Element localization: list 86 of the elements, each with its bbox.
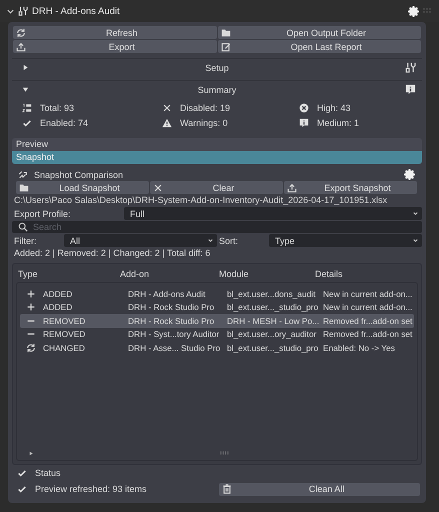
- profile-dropdown[interactable]: Full: [124, 207, 422, 220]
- column-header: Module: [219, 269, 250, 279]
- table-cell-text: Enabled: No -> Yes: [323, 342, 396, 353]
- action-button[interactable]: Open Output Folder: [218, 26, 421, 39]
- summary-stat: Enabled: 74: [40, 118, 88, 128]
- column-header: Add-on: [120, 269, 150, 279]
- summary-stat: Medium: 1: [317, 118, 360, 128]
- settings-button[interactable]: [408, 6, 419, 16]
- table-cell-text: bl_ext.user..._studio_pro: [227, 302, 320, 312]
- settings-button[interactable]: [404, 169, 415, 180]
- arrows-icon: [18, 170, 28, 180]
- settings-icon: [408, 6, 419, 16]
- status-message: Preview refreshed: 93 items: [35, 484, 148, 494]
- plus-icon: [26, 288, 36, 299]
- cross-icon: [153, 182, 163, 192]
- column-header: Details: [315, 269, 344, 279]
- chevron-down-icon: [412, 210, 419, 217]
- table-cell-text: New in current add-on...: [323, 288, 414, 299]
- table-cell: REMOVED: [43, 329, 86, 340]
- action-button[interactable]: Open Last Report: [218, 40, 421, 53]
- chevron-down-icon: [412, 237, 419, 244]
- snapshot-button[interactable]: Clear: [150, 181, 283, 194]
- snapshot-button[interactable]: Load Snapshot: [16, 181, 149, 194]
- table-cell: ADDED: [43, 288, 72, 299]
- trash-icon: [222, 484, 232, 494]
- view-list-item[interactable]: Snapshot: [12, 151, 422, 164]
- expanded-triangle-icon[interactable]: [22, 86, 29, 93]
- table-cell-text: DRH - Add-ons Audit: [128, 288, 206, 299]
- table-cell-text: DRH - Asse... Studio Pro: [128, 342, 222, 353]
- section-header[interactable]: Summary: [12, 80, 422, 98]
- diff-totals: Added: 2 | Removed: 2 | Changed: 2 | Total diff: 6: [13, 247, 212, 260]
- search-icon: [18, 222, 28, 232]
- table-cell: ADDED: [43, 302, 72, 312]
- upload-icon: [16, 42, 26, 52]
- summary-stat: High: 43: [317, 103, 351, 113]
- table-cell-text: DRH - Rock Studio Pro: [128, 302, 216, 312]
- refresh-icon: [16, 28, 26, 38]
- file-path: C:\Users\Paco Salas\Desktop\DRH-System-Add-on-Inventory-Audit_2026-04-17_101951.xlsx: [13, 194, 388, 207]
- info-icon: [405, 84, 416, 95]
- check-icon: [22, 118, 32, 128]
- settings-icon: [404, 169, 415, 180]
- folder-icon: [220, 28, 230, 38]
- tools-icon: [405, 62, 416, 73]
- status-title: Status: [35, 468, 61, 478]
- chevron-down-icon: [207, 237, 214, 244]
- table-cell-text: bl_ext.user...dons_audit: [227, 288, 316, 299]
- action-button[interactable]: Export: [13, 40, 216, 53]
- action-button[interactable]: Refresh: [13, 26, 216, 39]
- warning-icon: [162, 118, 172, 128]
- table-cell: REMOVED: [43, 316, 86, 326]
- plus-icon: [26, 302, 36, 312]
- selected-row[interactable]: REMOVED DRH - Rock Studio Pro DRH - MESH - Low Po... Removed fr...add-on set: [20, 314, 414, 328]
- table-cell-text: Removed fr...add-on set: [323, 316, 414, 326]
- table-cell-text: DRH - Rock Studio Pro: [128, 316, 216, 326]
- upload-icon: [287, 182, 297, 192]
- column-header: Type: [18, 269, 39, 279]
- table-cell: CHANGED: [43, 342, 85, 353]
- edit-icon: [220, 42, 230, 52]
- table-cell-text: Removed fr...add-on set: [323, 329, 414, 340]
- snapshot-button[interactable]: Export Snapshot: [284, 181, 417, 194]
- view-list-item[interactable]: Preview: [12, 138, 422, 151]
- refresh-icon: [26, 342, 36, 353]
- search-field[interactable]: Search: [12, 221, 422, 233]
- summary-stat: Warnings: 0: [180, 118, 228, 128]
- numbered-list-icon: [22, 103, 32, 113]
- cross-icon: [162, 103, 172, 113]
- drag-handle-icon[interactable]: [423, 8, 431, 14]
- summary-stat: Disabled: 19: [180, 103, 230, 113]
- clean-all-button[interactable]: Clean All: [219, 482, 420, 496]
- summary-stat: Total: 93: [40, 103, 74, 113]
- table-cell-text: New in current add-on...: [323, 302, 414, 312]
- cross-circle-icon: [299, 103, 309, 113]
- expand-icon[interactable]: [28, 450, 35, 456]
- sort-dropdown[interactable]: Type: [269, 234, 422, 247]
- tools-icon: [18, 6, 28, 16]
- folder-icon: [19, 182, 29, 192]
- table-cell-text: DRH - MESH - Low Po...: [227, 316, 320, 326]
- panel-title: DRH - Add-ons Audit: [32, 6, 120, 16]
- filter-dropdown[interactable]: All: [64, 234, 217, 247]
- table-cell-text: DRH - Syst...tory Auditor: [128, 329, 220, 340]
- table-cell-text: bl_ext.user..._studio_pro: [227, 342, 320, 353]
- section-header[interactable]: Setup: [12, 58, 422, 76]
- info-icon: [299, 118, 309, 128]
- table-cell-text: bl_ext.user...ory_auditor: [227, 329, 318, 340]
- section-title: Snapshot Comparison: [34, 170, 124, 180]
- collapsed-triangle-icon[interactable]: [22, 64, 29, 71]
